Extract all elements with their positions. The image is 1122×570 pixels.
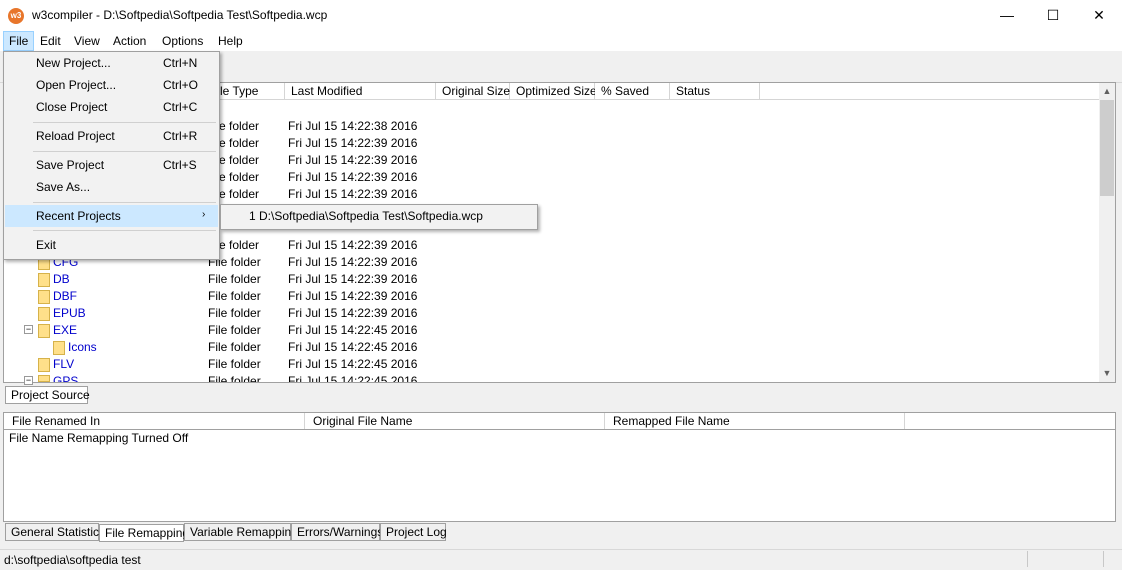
col-last-modified[interactable]: Last Modified bbox=[285, 83, 436, 100]
row-type: File folder bbox=[208, 272, 261, 286]
row-modified: Fri Jul 15 14:22:39 2016 bbox=[288, 136, 418, 150]
menu-item-open-project[interactable]: Open Project... bbox=[36, 75, 116, 95]
folder-icon bbox=[38, 273, 50, 287]
row-modified: Fri Jul 15 14:22:45 2016 bbox=[288, 340, 418, 354]
tab-project-source[interactable]: Project Source bbox=[5, 386, 90, 404]
menu-item-close-project[interactable]: Close Project bbox=[36, 97, 107, 117]
tree-item-name[interactable]: FLV bbox=[53, 357, 74, 371]
row-modified: Fri Jul 15 14:22:45 2016 bbox=[288, 374, 418, 382]
scroll-up-icon[interactable]: ▲ bbox=[1099, 83, 1115, 100]
folder-icon bbox=[38, 307, 50, 321]
tree-item-name[interactable]: Icons bbox=[68, 340, 97, 354]
menu-options[interactable]: Options bbox=[157, 31, 208, 51]
folder-icon bbox=[38, 375, 50, 382]
row-type: File folder bbox=[208, 323, 261, 337]
shortcut-label: Ctrl+C bbox=[163, 100, 198, 114]
app-icon: w3 bbox=[8, 8, 24, 24]
tree-item-name[interactable]: GPS bbox=[53, 374, 78, 382]
collapse-toggle-icon[interactable]: − bbox=[24, 376, 33, 385]
row-modified: Fri Jul 15 14:22:39 2016 bbox=[288, 238, 418, 252]
tree-item-name[interactable]: EXE bbox=[53, 323, 77, 337]
tab-general-statistics[interactable]: General Statistics bbox=[5, 523, 105, 541]
row-type: File folder bbox=[208, 374, 261, 382]
tree-item-name[interactable]: EPUB bbox=[53, 306, 86, 320]
folder-icon bbox=[38, 290, 50, 304]
scroll-down-icon[interactable]: ▼ bbox=[1099, 365, 1115, 382]
row-modified: Fri Jul 15 14:22:38 2016 bbox=[288, 119, 418, 133]
folder-icon bbox=[53, 341, 65, 355]
menu-item-reload-project[interactable]: Reload Project bbox=[36, 126, 115, 146]
close-button[interactable]: ✕ bbox=[1076, 0, 1122, 31]
tab-project-log[interactable]: Project Log bbox=[380, 523, 447, 541]
menu-action[interactable]: Action bbox=[108, 31, 151, 51]
status-bar bbox=[0, 549, 1122, 570]
shortcut-label: Ctrl+O bbox=[163, 78, 199, 92]
row-modified: Fri Jul 15 14:22:45 2016 bbox=[288, 323, 418, 337]
status-path: d:\softpedia\softpedia test bbox=[4, 553, 141, 567]
row-type: e folder bbox=[219, 119, 260, 133]
maximize-button[interactable]: ☐ bbox=[1030, 0, 1076, 31]
row-type: e folder bbox=[219, 153, 260, 167]
status-divider bbox=[1027, 551, 1028, 567]
scroll-thumb[interactable] bbox=[1100, 100, 1114, 196]
col-percent-saved[interactable]: % Saved bbox=[595, 83, 670, 100]
minimize-button[interactable]: — bbox=[984, 0, 1030, 31]
row-type: File folder bbox=[208, 340, 261, 354]
menu-item-save-project[interactable]: Save Project bbox=[36, 155, 104, 175]
row-modified: Fri Jul 15 14:22:39 2016 bbox=[288, 153, 418, 167]
row-modified: Fri Jul 15 14:22:45 2016 bbox=[288, 357, 418, 371]
shortcut-label: Ctrl+N bbox=[163, 56, 198, 70]
remap-status-message: File Name Remapping Turned Off bbox=[9, 431, 189, 445]
tree-item-name[interactable]: DB bbox=[53, 272, 70, 286]
tab-errors-warnings[interactable]: Errors/Warnings bbox=[291, 523, 383, 541]
folder-icon bbox=[38, 324, 50, 338]
menu-item-save-as[interactable]: Save As... bbox=[36, 177, 90, 197]
tab-variable-remapping[interactable]: Variable Remapping bbox=[184, 523, 298, 541]
menu-separator bbox=[33, 230, 216, 231]
tab-file-remapping[interactable]: File Remapping bbox=[99, 524, 189, 542]
shortcut-label: Ctrl+R bbox=[163, 129, 198, 143]
row-modified: Fri Jul 15 14:22:39 2016 bbox=[288, 272, 418, 286]
menu-edit[interactable]: Edit bbox=[35, 31, 66, 51]
row-modified: Fri Jul 15 14:22:39 2016 bbox=[288, 306, 418, 320]
col-original-file-name[interactable]: Original File Name bbox=[305, 413, 605, 429]
row-modified: Fri Jul 15 14:22:39 2016 bbox=[288, 289, 418, 303]
shortcut-label: Ctrl+S bbox=[163, 158, 197, 172]
window-title: w3compiler - D:\Softpedia\Softpedia Test… bbox=[32, 8, 328, 22]
submenu-arrow-icon: › bbox=[202, 209, 206, 220]
row-modified: Fri Jul 15 14:22:39 2016 bbox=[288, 187, 418, 201]
row-modified: Fri Jul 15 14:22:39 2016 bbox=[288, 170, 418, 184]
menu-item-exit[interactable]: Exit bbox=[36, 235, 56, 255]
menu-separator bbox=[33, 151, 216, 152]
menu-view[interactable]: View bbox=[69, 31, 105, 51]
tree-item-name[interactable]: DBF bbox=[53, 289, 77, 303]
menu-item-new-project[interactable]: New Project... bbox=[36, 53, 111, 73]
row-type: e folder bbox=[219, 170, 260, 184]
menu-item-recent-projects[interactable]: Recent Projects bbox=[36, 206, 121, 226]
status-divider bbox=[1103, 551, 1104, 567]
menu-file[interactable]: File bbox=[3, 31, 35, 51]
folder-icon bbox=[38, 358, 50, 372]
collapse-toggle-icon[interactable]: − bbox=[24, 325, 33, 334]
menu-separator bbox=[33, 202, 216, 203]
menu-help[interactable]: Help bbox=[213, 31, 248, 51]
row-type: e folder bbox=[219, 187, 260, 201]
row-type: File folder bbox=[208, 289, 261, 303]
menu-separator bbox=[33, 122, 216, 123]
row-type: File folder bbox=[208, 357, 261, 371]
col-file-renamed-in[interactable]: File Renamed In bbox=[4, 413, 305, 429]
row-type: File folder bbox=[208, 306, 261, 320]
row-type: e folder bbox=[219, 238, 260, 252]
col-optimized-size[interactable]: Optimized Size bbox=[510, 83, 597, 100]
col-status[interactable]: Status bbox=[670, 83, 760, 100]
recent-project-item[interactable]: 1 D:\Softpedia\Softpedia Test\Softpedia.… bbox=[249, 209, 483, 223]
row-type: e folder bbox=[219, 136, 260, 150]
col-original-size[interactable]: Original Size bbox=[436, 83, 510, 100]
row-modified: Fri Jul 15 14:22:39 2016 bbox=[288, 255, 418, 269]
col-remapped-file-name[interactable]: Remapped File Name bbox=[605, 413, 905, 429]
